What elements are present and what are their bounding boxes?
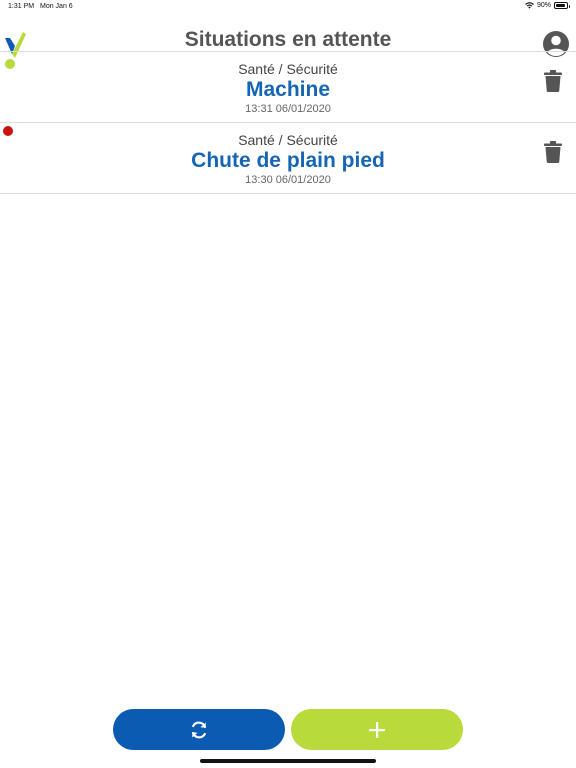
item-datetime: 13:31 06/01/2020 [245, 103, 331, 115]
sync-button[interactable] [113, 709, 285, 750]
status-dot [3, 126, 13, 136]
list-item[interactable]: Santé / Sécurité Chute de plain pied 13:… [0, 123, 576, 194]
wifi-icon [525, 2, 534, 9]
trash-icon[interactable] [544, 141, 562, 163]
sync-icon [191, 721, 207, 738]
status-bar: 1:31 PM Mon Jan 6 90% [0, 0, 576, 14]
item-datetime: 13:30 06/01/2020 [245, 174, 331, 186]
header: Situations en attente [0, 26, 576, 69]
plus-icon [369, 721, 385, 738]
status-date: Mon Jan 6 [40, 3, 73, 10]
item-category: Santé / Sécurité [238, 132, 338, 148]
item-title: Chute de plain pied [191, 149, 385, 172]
status-indicators: 90% [525, 2, 570, 9]
home-indicator[interactable] [200, 759, 376, 763]
trash-icon[interactable] [544, 70, 562, 92]
item-title: Machine [245, 78, 331, 101]
item-category: Santé / Sécurité [238, 61, 338, 77]
battery-icon [554, 2, 570, 9]
battery-level [556, 4, 565, 7]
add-button[interactable] [291, 709, 463, 750]
page-title: Situations en attente [184, 28, 392, 51]
screen: 1:31 PM Mon Jan 6 90% Situations en atte… [0, 0, 576, 768]
situation-list: Santé / Sécurité Machine 13:31 06/01/202… [0, 51, 576, 194]
list-item[interactable]: Santé / Sécurité Machine 13:31 06/01/202… [0, 52, 576, 123]
status-time: 1:31 PM [8, 3, 35, 10]
battery-percent: 90% [536, 2, 551, 9]
